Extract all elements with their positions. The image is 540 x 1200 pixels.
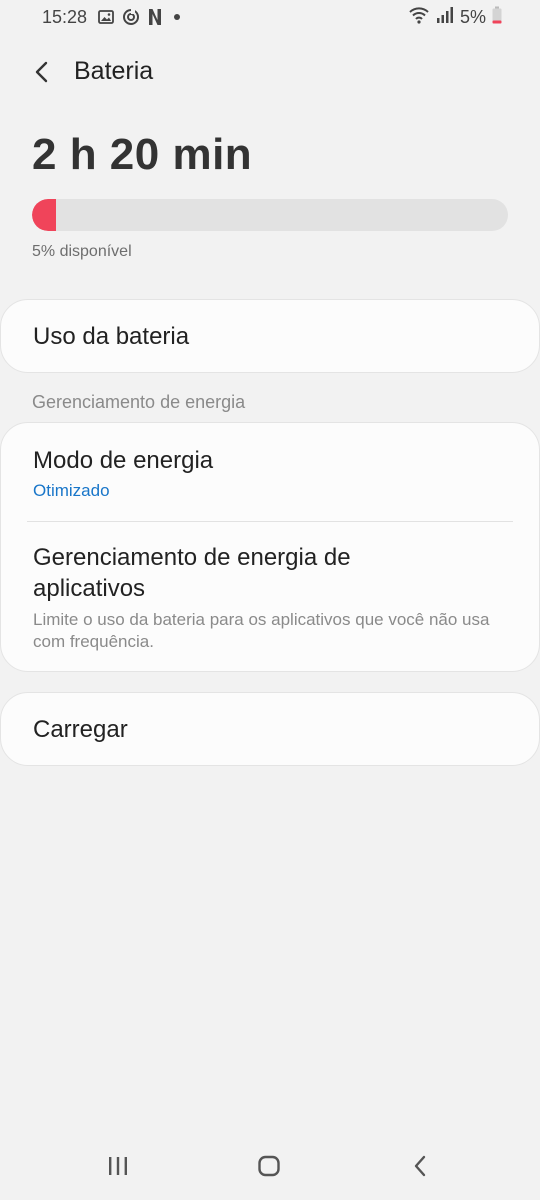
status-time: 15:28	[42, 7, 88, 27]
gallery-icon	[98, 9, 114, 25]
battery-level-bar	[32, 199, 508, 231]
energy-mode-label: Modo de energia	[33, 447, 214, 474]
app-power-label-line1: Gerenciamento de energia de	[33, 544, 351, 571]
navigation-bar	[0, 1134, 540, 1200]
battery-remaining-time: 2 h 20 min	[32, 130, 253, 179]
back-button[interactable]	[26, 56, 58, 88]
chevron-left-icon	[35, 61, 48, 83]
battery-usage-item[interactable]: Uso da bateria	[0, 299, 540, 373]
energy-mode-item[interactable]: Modo de energia Otimizado	[1, 423, 539, 521]
battery-available-text: 5% disponível	[32, 243, 132, 260]
signal-icon	[436, 6, 454, 29]
app-power-label-line2: aplicativos	[33, 575, 146, 602]
battery-percent: 5%	[459, 7, 486, 27]
system-icons: 5%	[408, 6, 502, 29]
charge-item[interactable]: Carregar	[0, 692, 540, 766]
header: Bateria	[0, 52, 540, 92]
recents-button[interactable]	[98, 1148, 138, 1184]
home-button[interactable]	[249, 1148, 289, 1184]
battery-usage-label: Uso da bateria	[33, 323, 190, 350]
home-icon	[258, 1155, 280, 1177]
app-power-management-item[interactable]: Gerenciamento de energia de aplicativos …	[1, 522, 539, 670]
netflix-icon	[148, 8, 162, 26]
app-power-description: Limite o uso da bateria para os aplicati…	[33, 610, 490, 651]
energy-mode-value: Otimizado	[33, 481, 110, 500]
page-title: Bateria	[74, 57, 154, 85]
battery-icon	[492, 6, 502, 29]
back-icon	[414, 1155, 426, 1177]
wifi-icon	[408, 6, 430, 29]
charge-label: Carregar	[33, 716, 128, 743]
status-bar: 15:28 5%	[0, 0, 540, 34]
sync-icon	[122, 8, 140, 26]
battery-level-fill	[32, 199, 56, 231]
recents-icon	[109, 1157, 127, 1175]
energy-management-card: Modo de energia Otimizado Gerenciamento …	[0, 422, 540, 672]
dot-icon	[170, 8, 184, 26]
notification-icons	[98, 8, 184, 26]
nav-back-button[interactable]	[400, 1148, 440, 1184]
section-header-energy-management: Gerenciamento de energia	[32, 392, 246, 412]
